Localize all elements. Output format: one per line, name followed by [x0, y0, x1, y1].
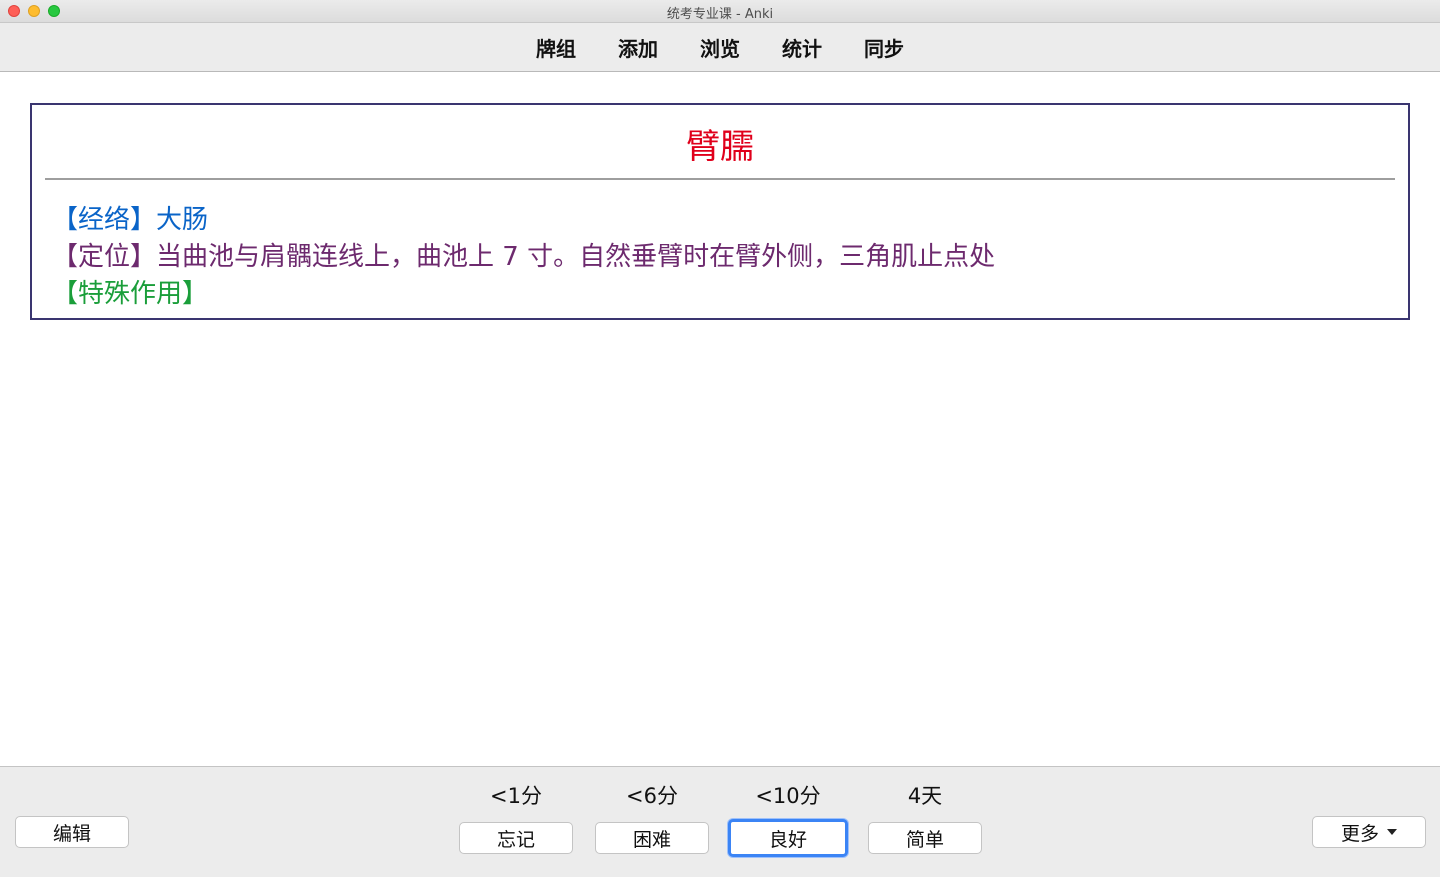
answer-again: <1分 忘记 [459, 781, 573, 854]
window-title: 统考专业课 - Anki [666, 7, 774, 22]
more-button-label: 更多 [1340, 822, 1379, 845]
bottom-bar: 编辑 <1分 忘记 <6分 困难 <10分 良好 4天 简单 更多 [0, 766, 1440, 877]
again-button-label: 忘记 [496, 828, 535, 851]
answer-good-interval: <10分 [755, 784, 821, 808]
card-meridian-line: 【经络】大肠 [52, 205, 209, 235]
answer-hard: <6分 困难 [595, 781, 709, 854]
toolbar-add[interactable]: 添加 [618, 33, 658, 62]
toolbar-decks[interactable]: 牌组 [536, 33, 576, 62]
answer-easy-interval: 4天 [907, 784, 943, 808]
hard-button-label: 困难 [632, 828, 671, 851]
flashcard: 臂臑 【经络】大肠 【定位】当曲池与肩髃连线上，曲池上 7 寸。自然垂臂时在臂外… [30, 103, 1410, 320]
good-button-label: 良好 [768, 828, 807, 851]
good-button[interactable]: 良好 [728, 819, 848, 857]
answer-hard-interval: <6分 [626, 784, 678, 808]
toolbar-stats[interactable]: 统计 [782, 33, 822, 62]
easy-button[interactable]: 简单 [868, 822, 982, 854]
answer-good: <10分 良好 [728, 781, 848, 857]
more-button[interactable]: 更多 [1312, 816, 1426, 848]
easy-button-label: 简单 [905, 828, 944, 851]
answer-easy: 4天 简单 [868, 781, 982, 854]
main-toolbar: 牌组 添加 浏览 统计 同步 [0, 23, 1440, 72]
hard-button[interactable]: 困难 [595, 822, 709, 854]
edit-button-label: 编辑 [52, 822, 91, 845]
answer-again-interval: <1分 [490, 784, 542, 808]
toolbar-sync[interactable]: 同步 [864, 33, 904, 62]
toolbar-browse[interactable]: 浏览 [700, 33, 740, 62]
anki-window: 统考专业课 - Anki 牌组 添加 浏览 统计 同步 臂臑 【经络】大肠 【定… [0, 0, 1440, 877]
card-special-line: 【特殊作用】 [52, 279, 209, 309]
card-divider [45, 178, 1395, 180]
card-front-text: 臂臑 [686, 127, 754, 167]
title-bar: 统考专业课 - Anki [0, 0, 1440, 23]
edit-button[interactable]: 编辑 [15, 816, 129, 848]
caret-down-icon [1387, 829, 1397, 835]
card-location-line: 【定位】当曲池与肩髃连线上，曲池上 7 寸。自然垂臂时在臂外侧，三角肌止点处 [52, 242, 996, 272]
card-review-area: 臂臑 【经络】大肠 【定位】当曲池与肩髃连线上，曲池上 7 寸。自然垂臂时在臂外… [0, 72, 1440, 766]
again-button[interactable]: 忘记 [459, 822, 573, 854]
